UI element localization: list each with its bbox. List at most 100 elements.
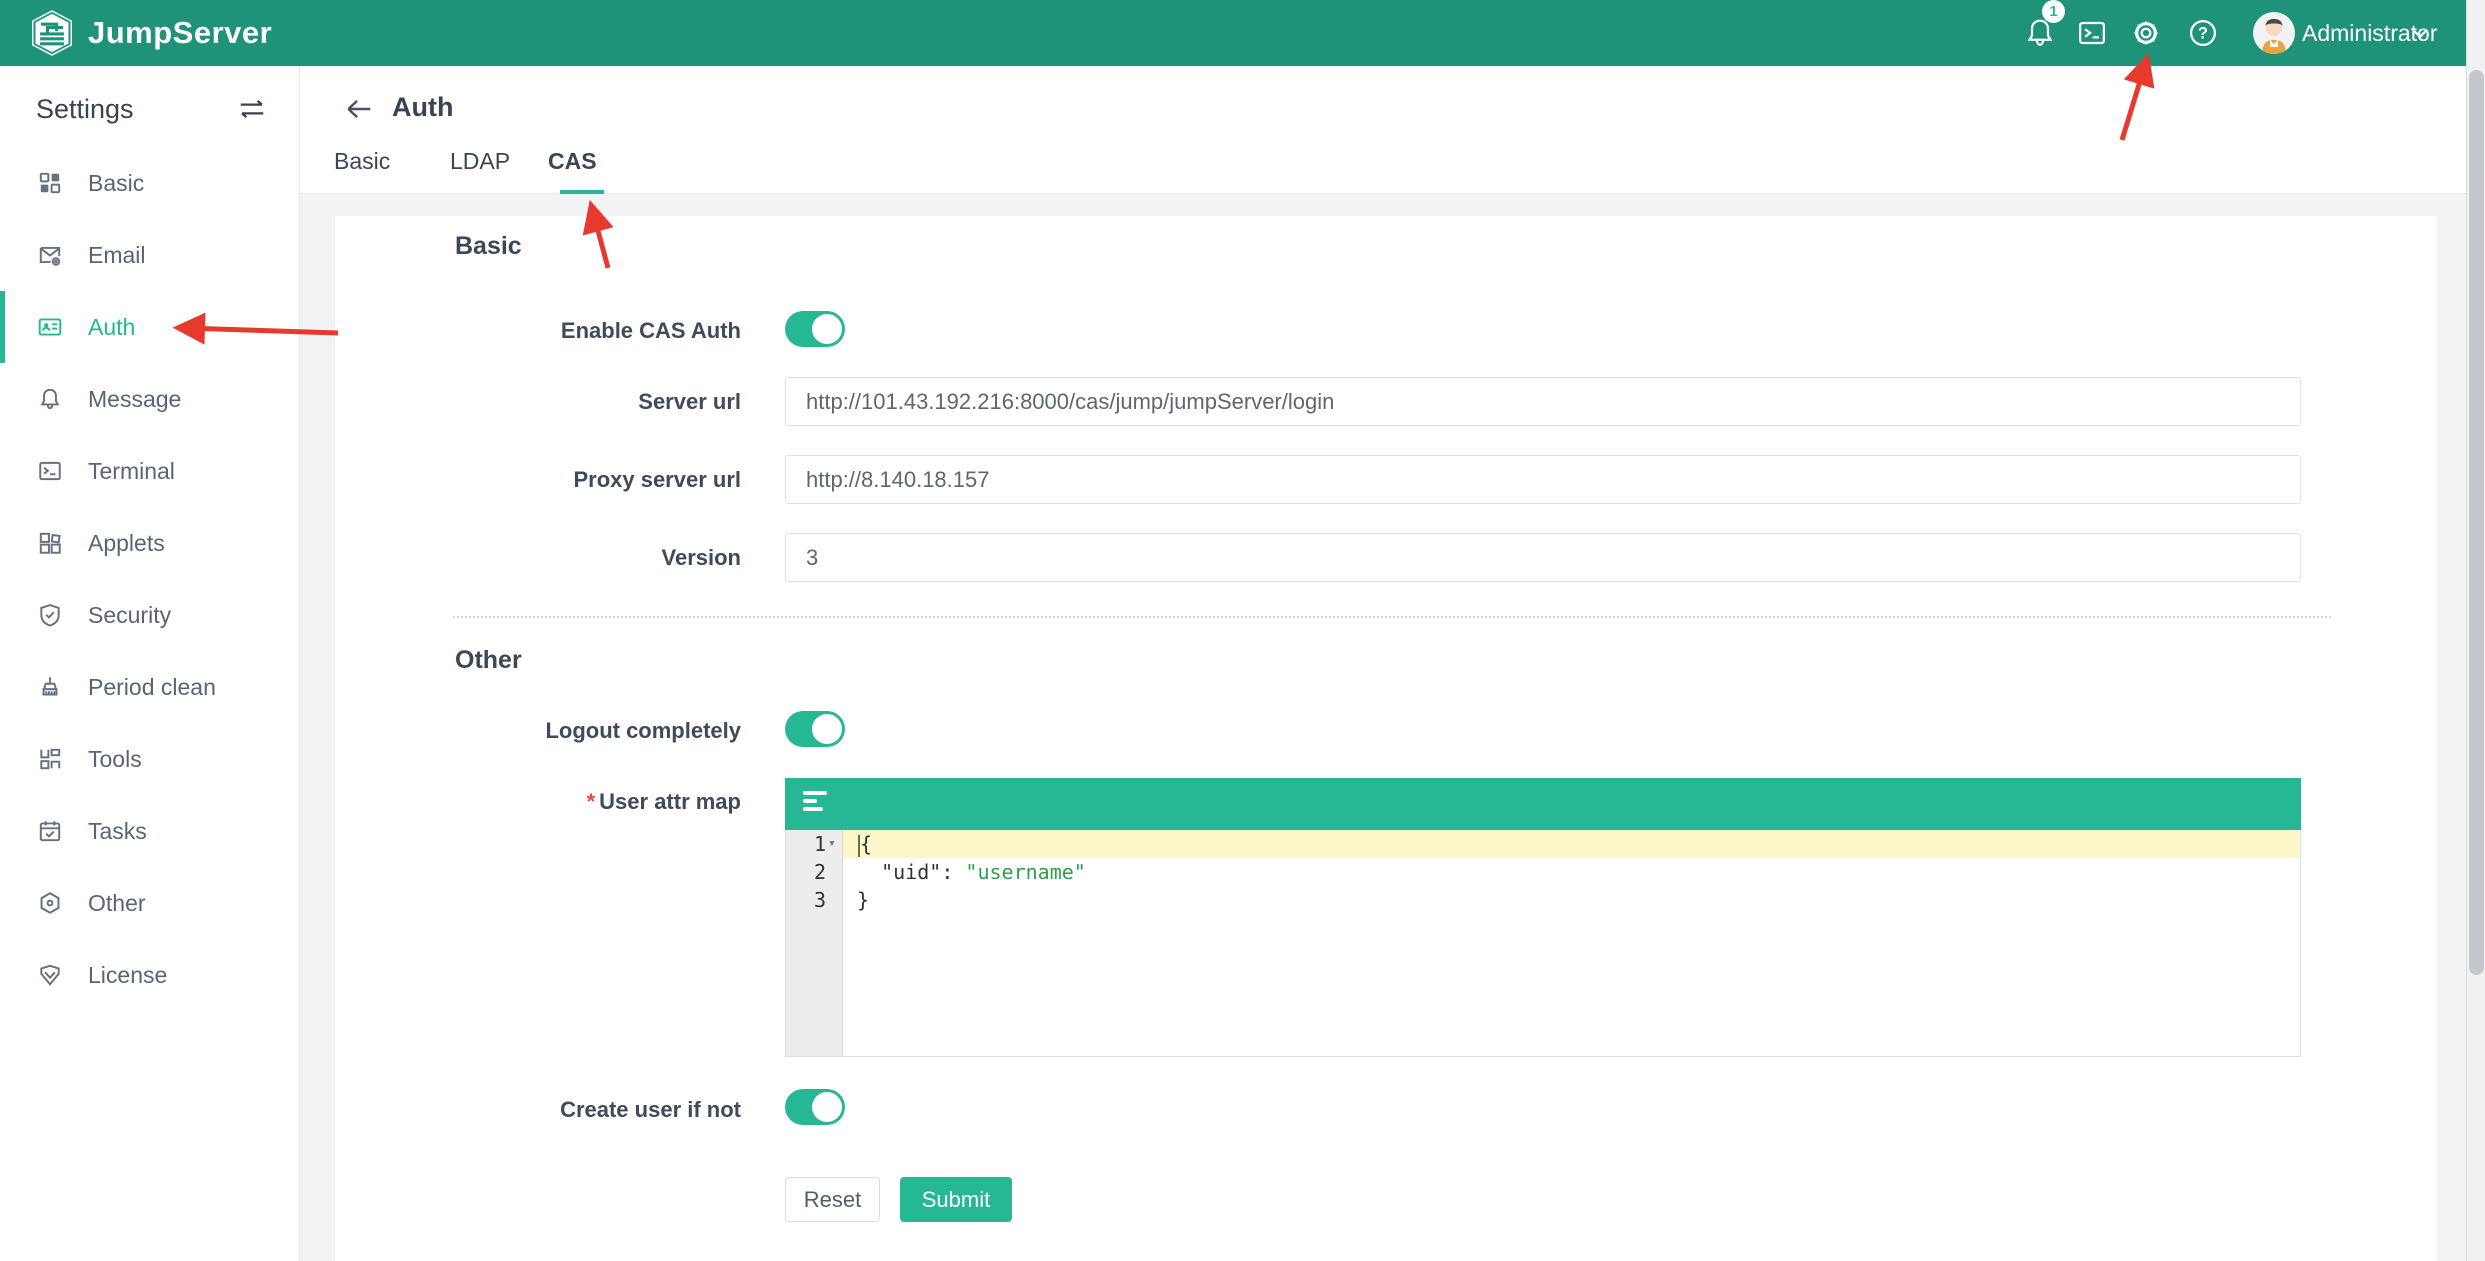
tools-blocks-icon — [36, 745, 64, 773]
sidebar-item-period-clean[interactable]: Period clean — [0, 651, 299, 723]
sidebar-item-label: Other — [88, 890, 146, 917]
proxy-server-url-input[interactable] — [785, 455, 2301, 504]
shield-check-icon — [36, 601, 64, 629]
user-avatar[interactable] — [2252, 0, 2296, 66]
chevron-down-icon — [2407, 20, 2433, 46]
user-menu-toggle[interactable] — [2398, 0, 2442, 66]
settings-button[interactable] — [2124, 0, 2168, 66]
code-line-1: { — [843, 830, 2300, 858]
sidebar-item-label: Email — [88, 242, 146, 269]
section-title-basic: Basic — [455, 232, 522, 261]
tab-cas[interactable]: CAS — [548, 148, 597, 194]
editor-code-area[interactable]: 1 ▾ 2 3 { "uid": "username" } — [785, 830, 2301, 1057]
sidebar-item-label: Period clean — [88, 674, 216, 701]
avatar-image — [2252, 11, 2296, 55]
enable-cas-auth-toggle[interactable] — [785, 311, 845, 347]
enable-cas-auth-label: Enable CAS Auth — [335, 318, 741, 344]
broom-icon — [36, 673, 64, 701]
sidebar-item-terminal[interactable]: Terminal — [0, 435, 299, 507]
license-badge-icon — [36, 961, 64, 989]
jumpserver-app: JumpServer 1 — [0, 0, 2485, 1261]
sidebar-item-label: Message — [88, 386, 181, 413]
sidebar-header: Settings — [0, 66, 299, 148]
help-button[interactable]: ? — [2181, 0, 2225, 66]
collapse-arrows-icon — [237, 96, 267, 122]
terminal-window-icon — [36, 457, 64, 485]
sidebar-collapse-button[interactable] — [237, 96, 267, 127]
user-attr-map-label: *User attr map — [335, 789, 741, 815]
back-arrow-icon — [344, 96, 374, 122]
json-key: "uid" — [881, 860, 941, 884]
svg-text:?: ? — [2198, 25, 2208, 43]
terminal-icon — [2077, 18, 2107, 48]
toggle-knob — [812, 314, 842, 344]
active-tab-underline — [560, 190, 604, 194]
page-title: Auth — [392, 92, 453, 123]
sidebar-item-basic[interactable]: Basic — [0, 147, 299, 219]
sidebar-item-applets[interactable]: Applets — [0, 507, 299, 579]
sidebar-item-label: Applets — [88, 530, 165, 557]
sidebar-item-message[interactable]: Message — [0, 363, 299, 435]
server-url-label: Server url — [335, 389, 741, 415]
sidebar-item-tasks[interactable]: Tasks — [0, 795, 299, 867]
line-number: 2 — [786, 860, 826, 884]
code-line-3: } — [843, 886, 2300, 914]
reset-button[interactable]: Reset — [785, 1177, 880, 1222]
proxy-server-url-label: Proxy server url — [335, 467, 741, 493]
grid-icon — [36, 169, 64, 197]
sidebar-item-auth[interactable]: Auth — [0, 291, 299, 363]
toggle-knob — [812, 714, 842, 744]
required-asterisk: * — [587, 789, 596, 814]
sidebar-item-license[interactable]: License — [0, 939, 299, 1011]
sidebar-item-label: Basic — [88, 170, 144, 197]
tab-basic[interactable]: Basic — [334, 148, 390, 194]
logout-completely-toggle[interactable] — [785, 711, 845, 747]
sidebar-item-label: Tasks — [88, 818, 147, 845]
editor-gutter: 1 ▾ 2 3 — [786, 830, 843, 1056]
create-user-label: Create user if not — [335, 1097, 741, 1123]
top-header: JumpServer 1 — [0, 0, 2485, 66]
applets-grid-icon — [36, 529, 64, 557]
section-divider — [453, 616, 2331, 618]
user-attr-map-editor[interactable]: 1 ▾ 2 3 { "uid": "username" } — [785, 778, 2301, 1057]
bell-outline-icon — [36, 385, 64, 413]
editor-toolbar — [785, 778, 2301, 830]
sidebar-title: Settings — [36, 94, 134, 125]
email-gear-icon — [36, 241, 64, 269]
section-title-other: Other — [455, 646, 522, 675]
gear-icon — [2130, 17, 2162, 49]
line-number: 3 — [786, 888, 826, 912]
sidebar-item-label: Security — [88, 602, 171, 629]
format-code-icon[interactable] — [803, 791, 833, 817]
tab-ldap[interactable]: LDAP — [450, 148, 510, 194]
settings-sidebar: Settings Basic Email — [0, 66, 300, 1261]
version-label: Version — [335, 545, 741, 571]
notification-badge: 1 — [2042, 0, 2065, 23]
toggle-knob — [812, 1092, 842, 1122]
cas-settings-card: Basic Enable CAS Auth Server url Proxy s… — [335, 216, 2437, 1261]
sidebar-item-other[interactable]: Other — [0, 867, 299, 939]
fold-arrow-icon[interactable]: ▾ — [828, 836, 836, 851]
sidebar-item-label: Tools — [88, 746, 142, 773]
back-button[interactable] — [344, 92, 384, 126]
sidebar-nav: Basic Email Auth Message — [0, 147, 299, 1011]
sidebar-item-security[interactable]: Security — [0, 579, 299, 651]
jumpserver-logo-icon — [30, 9, 74, 57]
web-terminal-button[interactable] — [2070, 0, 2114, 66]
hexagon-nut-icon — [36, 889, 64, 917]
version-input[interactable] — [785, 533, 2301, 582]
sidebar-item-label: Auth — [88, 314, 135, 341]
scrollbar-thumb[interactable] — [2469, 70, 2484, 975]
app-logo[interactable]: JumpServer — [30, 0, 272, 66]
create-user-toggle[interactable] — [785, 1089, 845, 1125]
sidebar-item-email[interactable]: Email — [0, 219, 299, 291]
id-card-icon — [36, 313, 64, 341]
server-url-input[interactable] — [785, 377, 2301, 426]
sidebar-item-tools[interactable]: Tools — [0, 723, 299, 795]
submit-button[interactable]: Submit — [900, 1177, 1012, 1222]
logo-text: JumpServer — [88, 15, 272, 51]
page-scrollbar — [2466, 0, 2485, 1261]
calendar-check-icon — [36, 817, 64, 845]
help-icon: ? — [2188, 18, 2218, 48]
logout-completely-label: Logout completely — [335, 718, 741, 744]
